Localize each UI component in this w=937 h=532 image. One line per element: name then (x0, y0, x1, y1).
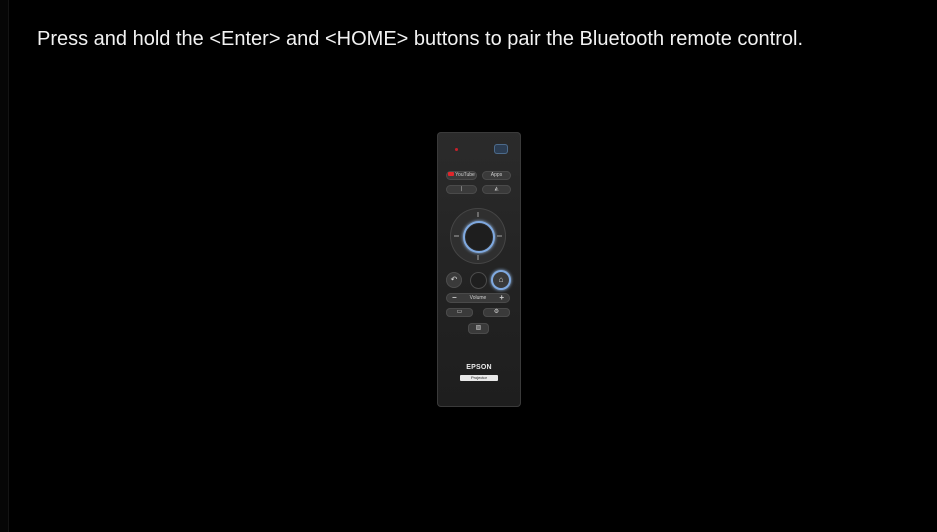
input-source-icon: ◭ (494, 186, 499, 192)
freeze-button: ▨ (468, 323, 489, 334)
youtube-button: YouTube (446, 171, 477, 180)
projector-tag: Projector (460, 375, 498, 381)
remote-control-illustration: YouTube Apps ❘ ◭ ↶ ⌂ − Volume + ▭ ⚙ ▨ EP… (437, 132, 521, 407)
power-button (494, 144, 508, 154)
volume-minus-icon: − (452, 293, 457, 302)
home-button-highlighted: ⌂ (493, 272, 509, 288)
dpad-right-mark (497, 235, 502, 237)
volume-rocker: − Volume + (446, 293, 510, 303)
enter-button-highlighted (465, 223, 493, 251)
back-button: ↶ (446, 272, 462, 288)
microphone-icon: ❘ (459, 186, 464, 192)
aspect-ratio-icon: ▭ (456, 309, 463, 315)
center-button (470, 272, 487, 289)
aspect-button: ▭ (446, 308, 473, 317)
microphone-button: ❘ (446, 185, 477, 194)
freeze-icon: ▨ (475, 325, 482, 331)
settings-button: ⚙ (483, 308, 510, 317)
youtube-logo-icon (448, 171, 455, 176)
dpad-down-mark (477, 255, 479, 260)
home-icon: ⌂ (498, 275, 504, 284)
epson-brand-logo: EPSON (466, 364, 492, 371)
left-frame-edge (0, 0, 9, 532)
settings-icon: ⚙ (493, 309, 500, 315)
directional-pad (450, 208, 506, 264)
apps-button: Apps (482, 171, 511, 180)
pairing-instruction-text: Press and hold the <Enter> and <HOME> bu… (37, 28, 804, 50)
volume-label: Volume (469, 295, 487, 301)
volume-plus-icon: + (499, 293, 504, 302)
youtube-button-label: YouTube (455, 172, 475, 178)
apps-button-label: Apps (490, 172, 503, 178)
back-arrow-icon: ↶ (450, 275, 458, 284)
dpad-up-mark (477, 212, 479, 217)
status-led (455, 148, 458, 151)
input-button: ◭ (482, 185, 511, 194)
dpad-left-mark (454, 235, 459, 237)
